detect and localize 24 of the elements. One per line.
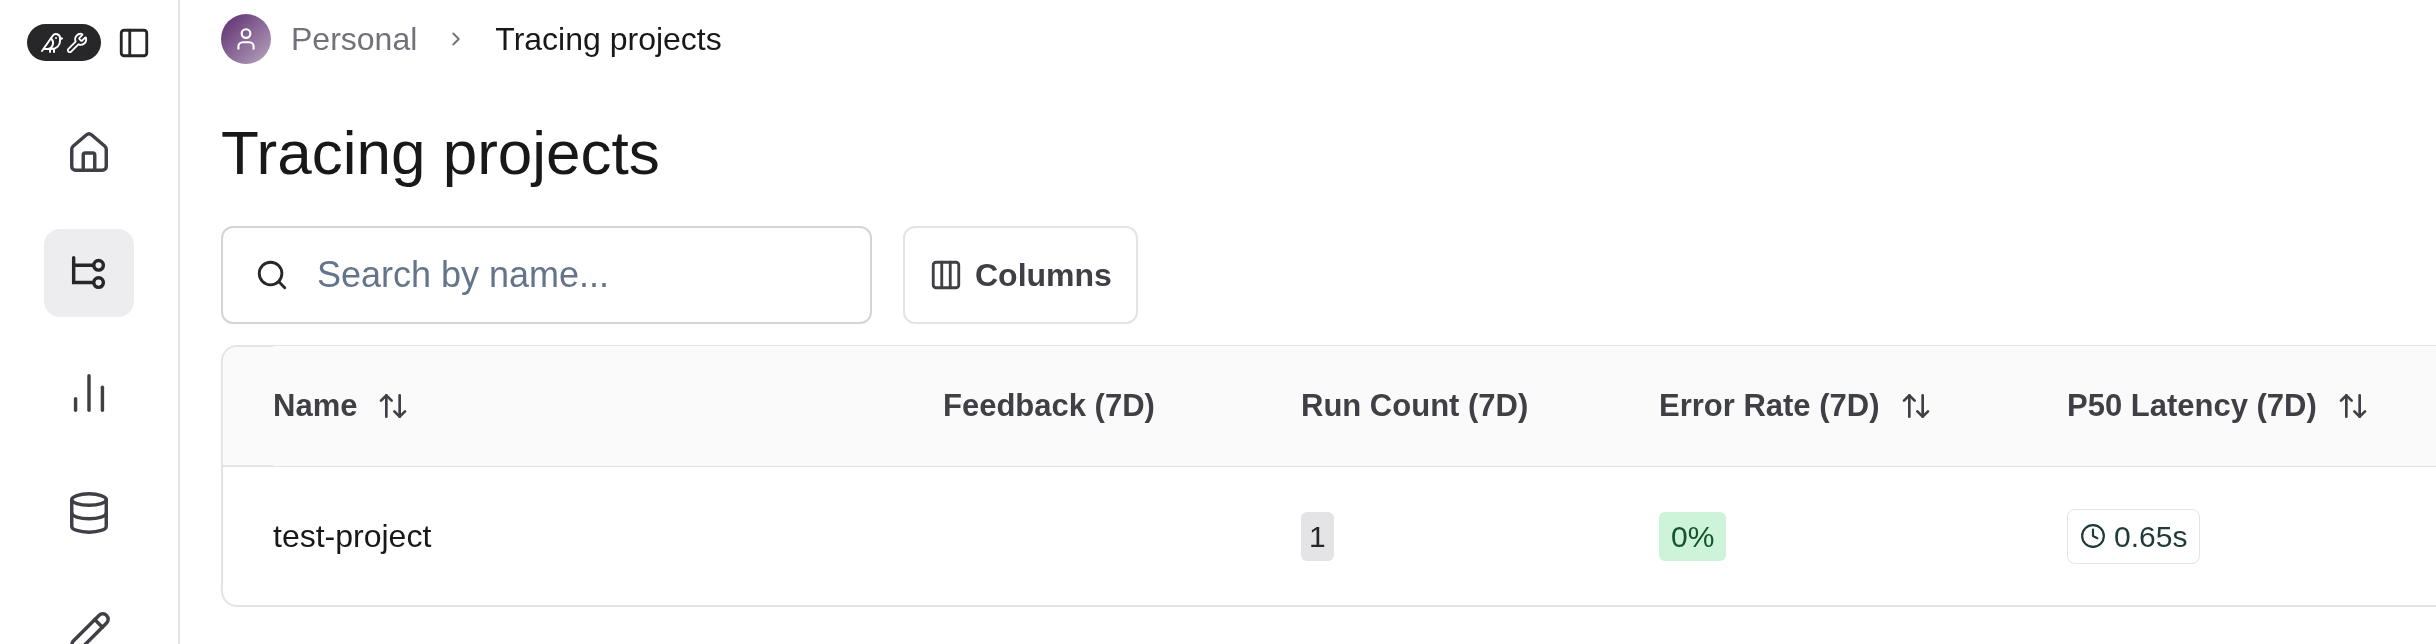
error-rate-badge: 0%: [1659, 511, 1727, 561]
sidebar-item[interactable]: [44, 229, 134, 317]
header-cell[interactable]: Error Rate (7D): [1659, 346, 2067, 466]
columns-button[interactable]: Columns: [903, 226, 1138, 324]
search-input[interactable]: Search by name...: [316, 248, 838, 302]
columns-icon: [929, 258, 963, 292]
logo-icon[interactable]: [27, 24, 101, 61]
breadcrumb-link[interactable]: Personal: [291, 15, 418, 63]
project-name[interactable]: test-project: [273, 512, 432, 560]
column-label: Name: [273, 386, 358, 425]
header-cell[interactable]: Run Count (7D): [1301, 346, 1659, 466]
clock-icon: [2080, 523, 2106, 549]
header-cell[interactable]: P50 Latency (7D): [2067, 346, 2436, 466]
latency-badge: 0.65s: [2067, 508, 2201, 564]
avatar-icon: [221, 14, 271, 64]
search-field[interactable]: Search by name...: [221, 226, 872, 324]
column-label: P50 Latency (7D): [2067, 386, 2317, 425]
breadcrumb-link[interactable]: Tracing projects: [495, 15, 722, 63]
column-label: Feedback (7D): [943, 386, 1155, 425]
header-cell[interactable]: Name: [273, 346, 943, 466]
column-label: Error Rate (7D): [1659, 386, 1880, 425]
run-count-badge: 1: [1301, 511, 1334, 561]
column-label: Run Count (7D): [1301, 386, 1529, 425]
header-cell[interactable]: Feedback (7D): [943, 346, 1301, 466]
